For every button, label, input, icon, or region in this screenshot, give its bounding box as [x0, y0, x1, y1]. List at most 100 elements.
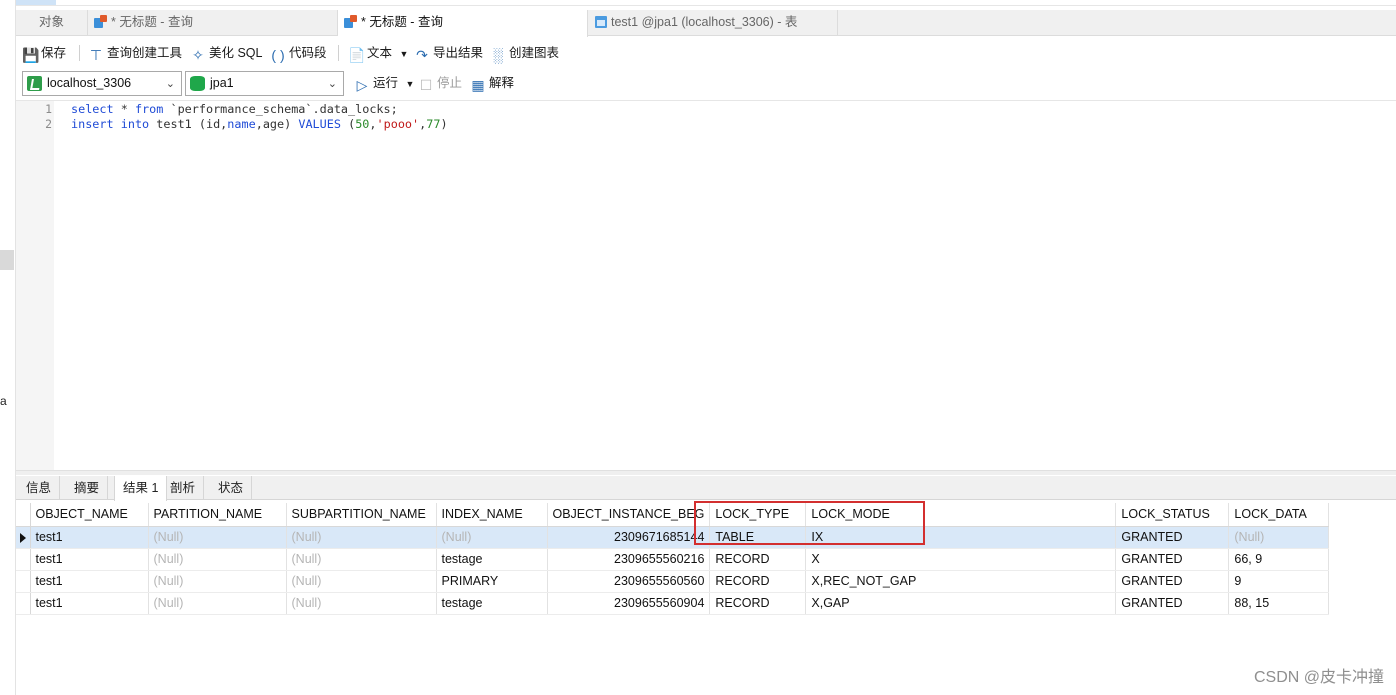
tab-result-1[interactable]: 结果 1	[114, 476, 168, 501]
table-cell[interactable]: RECORD	[709, 592, 807, 615]
table-cell[interactable]: (Null)	[286, 592, 437, 615]
connection-select[interactable]: localhost_3306 ⌄	[22, 71, 182, 96]
table-cell[interactable]: test1	[30, 592, 149, 615]
table-cell[interactable]: test1	[30, 570, 149, 593]
tab-query-untitled-2[interactable]: * 无标题 - 查询	[338, 10, 588, 37]
column-header[interactable]: LOCK_TYPE	[709, 503, 807, 527]
column-header[interactable]: OBJECT_INSTANCE_BEG	[547, 503, 711, 527]
tab-info[interactable]: 信息	[18, 476, 61, 500]
table-cell[interactable]: 66, 9	[1228, 548, 1330, 571]
sql-number: 50	[355, 117, 370, 131]
sql-keyword: name	[227, 117, 256, 131]
panel-splitter-handle[interactable]	[0, 250, 14, 270]
code-line-1[interactable]: select * from `performance_schema`.data_…	[71, 102, 398, 116]
table-cell[interactable]: X,GAP	[805, 592, 1117, 615]
text-label: 文本	[367, 46, 393, 60]
code-line-2[interactable]: insert into test1 (id,name,age) VALUES (…	[71, 117, 448, 131]
table-row[interactable]: test1 (Null) (Null) (Null) 2309671685144…	[16, 526, 1330, 549]
column-header[interactable]: LOCK_DATA	[1228, 503, 1330, 527]
create-chart-button[interactable]: ░ 创建图表	[490, 43, 559, 63]
sql-text: ,	[369, 117, 377, 131]
table-cell[interactable]: GRANTED	[1115, 548, 1230, 571]
table-cell[interactable]: 2309655560216	[547, 548, 711, 571]
table-cell[interactable]: 88, 15	[1228, 592, 1330, 615]
table-cell[interactable]: test1	[30, 526, 149, 549]
result-grid[interactable]: OBJECT_NAME PARTITION_NAME SUBPARTITION_…	[16, 503, 1330, 615]
table-cell[interactable]: GRANTED	[1115, 570, 1230, 593]
table-cell[interactable]: IX	[805, 526, 1117, 549]
table-row[interactable]: test1 (Null) (Null) testage 230965556090…	[16, 592, 1330, 615]
column-header[interactable]: PARTITION_NAME	[148, 503, 287, 527]
snippet-button[interactable]: ( ) 代码段	[270, 43, 326, 63]
sql-text: )	[440, 117, 448, 131]
line-number-gutter: 1 2	[16, 101, 54, 471]
table-cell[interactable]: 9	[1228, 570, 1330, 593]
sql-text: (	[340, 117, 356, 131]
table-cell[interactable]: (Null)	[286, 570, 437, 593]
table-cell[interactable]: 2309655560904	[547, 592, 711, 615]
table-icon	[594, 15, 608, 29]
table-cell[interactable]: (Null)	[436, 526, 548, 549]
stop-button[interactable]: ☐ 停止	[418, 73, 462, 93]
database-icon	[190, 76, 205, 91]
table-cell[interactable]: X,REC_NOT_GAP	[805, 570, 1117, 593]
sql-text: ,age)	[255, 117, 299, 131]
tab-summary[interactable]: 摘要	[66, 476, 109, 500]
export-result-button[interactable]: ↷ 导出结果	[414, 43, 483, 63]
table-cell[interactable]: (Null)	[286, 548, 437, 571]
tab-label: 信息	[26, 481, 52, 495]
tab-objects[interactable]: 对象	[16, 10, 88, 36]
tab-profile[interactable]: 剖析	[162, 476, 205, 500]
column-header[interactable]: LOCK_MODE	[805, 503, 1117, 527]
table-row[interactable]: test1 (Null) (Null) PRIMARY 230965556056…	[16, 570, 1330, 593]
explain-button[interactable]: ▦ 解释	[470, 73, 514, 93]
sql-string: 'pooo'	[376, 117, 420, 131]
column-header[interactable]: SUBPARTITION_NAME	[286, 503, 437, 527]
sql-keyword: into	[120, 117, 150, 131]
column-header[interactable]: OBJECT_NAME	[30, 503, 149, 527]
left-panel-text: a	[0, 394, 7, 408]
table-cell[interactable]: GRANTED	[1115, 526, 1230, 549]
column-header[interactable]: LOCK_STATUS	[1115, 503, 1230, 527]
stop-icon: ☐	[419, 77, 433, 93]
table-cell[interactable]: testage	[436, 548, 548, 571]
table-cell[interactable]: RECORD	[709, 570, 807, 593]
table-cell[interactable]: (Null)	[148, 526, 287, 549]
table-cell[interactable]: (Null)	[1228, 526, 1330, 549]
table-cell[interactable]: (Null)	[148, 570, 287, 593]
sql-editor[interactable]: 1 2 select * from `performance_schema`.d…	[16, 100, 1396, 471]
table-cell[interactable]: GRANTED	[1115, 592, 1230, 615]
row-header	[16, 592, 31, 615]
tab-status[interactable]: 状态	[210, 476, 253, 500]
grid-header-row: OBJECT_NAME PARTITION_NAME SUBPARTITION_…	[16, 503, 1330, 527]
text-mode-button[interactable]: 📄 文本 ▼	[348, 43, 408, 63]
table-row[interactable]: test1 (Null) (Null) testage 230965556021…	[16, 548, 1330, 571]
connection-value: localhost_3306	[47, 76, 132, 90]
explain-icon: ▦	[471, 77, 485, 93]
table-cell[interactable]: PRIMARY	[436, 570, 548, 593]
table-cell[interactable]: RECORD	[709, 548, 807, 571]
tab-query-untitled-1[interactable]: * 无标题 - 查询	[88, 10, 338, 36]
tab-label: 结果 1	[123, 481, 159, 495]
table-cell[interactable]: 2309671685144	[547, 526, 711, 549]
query-builder-button[interactable]: ⊤ 查询创建工具	[88, 43, 182, 63]
editor-result-splitter[interactable]	[16, 470, 1396, 475]
tab-table-test1[interactable]: test1 @jpa1 (localhost_3306) - 表	[588, 10, 838, 36]
column-header[interactable]: INDEX_NAME	[436, 503, 548, 527]
table-cell[interactable]: 2309655560560	[547, 570, 711, 593]
query-builder-icon: ⊤	[89, 47, 103, 63]
table-cell[interactable]: X	[805, 548, 1117, 571]
table-cell[interactable]: (Null)	[286, 526, 437, 549]
table-cell[interactable]: (Null)	[148, 548, 287, 571]
tab-label: test1 @jpa1 (localhost_3306) - 表	[611, 15, 798, 29]
table-cell[interactable]: testage	[436, 592, 548, 615]
table-cell[interactable]: TABLE	[709, 526, 807, 549]
query-icon	[344, 15, 358, 29]
run-button[interactable]: ▷ 运行 ▼	[354, 73, 415, 93]
beautify-sql-button[interactable]: ✧ 美化 SQL	[190, 43, 262, 63]
save-button[interactable]: 💾 保存	[22, 43, 66, 63]
table-cell[interactable]: (Null)	[148, 592, 287, 615]
database-select[interactable]: jpa1 ⌄	[185, 71, 344, 96]
toolbar-separator	[338, 45, 339, 61]
table-cell[interactable]: test1	[30, 548, 149, 571]
